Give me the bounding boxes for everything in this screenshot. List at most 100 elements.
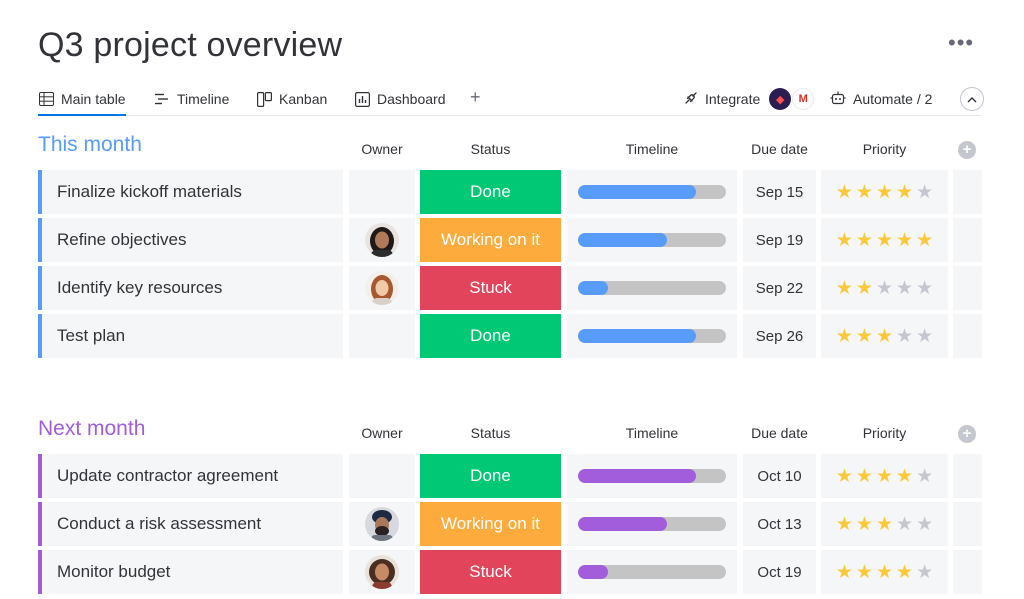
- automate-button[interactable]: Automate / 2: [830, 84, 932, 114]
- star-empty-icon[interactable]: ★: [916, 279, 933, 298]
- owner-cell[interactable]: [349, 266, 415, 310]
- star-empty-icon[interactable]: ★: [916, 515, 933, 534]
- status-badge[interactable]: Stuck: [420, 266, 561, 310]
- star-filled-icon[interactable]: ★: [856, 231, 873, 250]
- star-filled-icon[interactable]: ★: [836, 279, 853, 298]
- star-filled-icon[interactable]: ★: [856, 279, 873, 298]
- owner-cell[interactable]: [349, 550, 415, 594]
- star-empty-icon[interactable]: ★: [916, 327, 933, 346]
- collapse-header-button[interactable]: [960, 87, 984, 111]
- timeline-cell[interactable]: [567, 502, 737, 546]
- column-header-timeline[interactable]: Timeline: [567, 141, 737, 157]
- star-empty-icon[interactable]: ★: [916, 183, 933, 202]
- due-date-cell[interactable]: Oct 19: [743, 550, 816, 594]
- owner-cell[interactable]: [349, 502, 415, 546]
- empty-cell[interactable]: [953, 170, 982, 214]
- star-filled-icon[interactable]: ★: [856, 467, 873, 486]
- add-column-button[interactable]: +: [958, 425, 976, 443]
- due-date-cell[interactable]: Oct 13: [743, 502, 816, 546]
- star-filled-icon[interactable]: ★: [876, 515, 893, 534]
- timeline-cell[interactable]: [567, 550, 737, 594]
- star-filled-icon[interactable]: ★: [856, 327, 873, 346]
- group-title[interactable]: This month: [38, 133, 142, 157]
- empty-cell[interactable]: [953, 314, 982, 358]
- star-empty-icon[interactable]: ★: [876, 279, 893, 298]
- column-header-status[interactable]: Status: [420, 141, 561, 157]
- item-name-cell[interactable]: Monitor budget: [38, 550, 343, 594]
- star-filled-icon[interactable]: ★: [856, 183, 873, 202]
- item-name-cell[interactable]: Finalize kickoff materials: [38, 170, 343, 214]
- column-header-due-date[interactable]: Due date: [738, 141, 821, 157]
- star-empty-icon[interactable]: ★: [916, 467, 933, 486]
- timeline-cell[interactable]: [567, 218, 737, 262]
- star-filled-icon[interactable]: ★: [876, 467, 893, 486]
- item-name-cell[interactable]: Identify key resources: [38, 266, 343, 310]
- star-filled-icon[interactable]: ★: [876, 183, 893, 202]
- empty-cell[interactable]: [953, 266, 982, 310]
- more-options-icon[interactable]: •••: [948, 30, 974, 56]
- owner-cell[interactable]: [349, 170, 415, 214]
- status-badge[interactable]: Working on it: [420, 218, 561, 262]
- status-badge[interactable]: Done: [420, 170, 561, 214]
- empty-cell[interactable]: [953, 550, 982, 594]
- priority-rating[interactable]: ★ ★ ★ ★ ★: [821, 266, 948, 310]
- column-header-owner[interactable]: Owner: [349, 425, 415, 441]
- star-filled-icon[interactable]: ★: [916, 231, 933, 250]
- timeline-cell[interactable]: [567, 454, 737, 498]
- empty-cell[interactable]: [953, 454, 982, 498]
- star-filled-icon[interactable]: ★: [856, 515, 873, 534]
- star-filled-icon[interactable]: ★: [896, 563, 913, 582]
- status-badge[interactable]: Done: [420, 314, 561, 358]
- empty-cell[interactable]: [953, 502, 982, 546]
- star-filled-icon[interactable]: ★: [896, 467, 913, 486]
- tab-main-table[interactable]: Main table: [38, 84, 126, 116]
- timeline-cell[interactable]: [567, 266, 737, 310]
- add-view-button[interactable]: +: [470, 87, 481, 108]
- owner-cell[interactable]: [349, 454, 415, 498]
- due-date-cell[interactable]: Oct 10: [743, 454, 816, 498]
- star-filled-icon[interactable]: ★: [876, 563, 893, 582]
- column-header-status[interactable]: Status: [420, 425, 561, 441]
- integrate-button[interactable]: Integrate ◆ M: [684, 84, 815, 114]
- priority-rating[interactable]: ★ ★ ★ ★ ★: [821, 218, 948, 262]
- star-empty-icon[interactable]: ★: [896, 327, 913, 346]
- timeline-cell[interactable]: [567, 314, 737, 358]
- due-date-cell[interactable]: Sep 15: [743, 170, 816, 214]
- empty-cell[interactable]: [953, 218, 982, 262]
- item-name-cell[interactable]: Test plan: [38, 314, 343, 358]
- status-badge[interactable]: Working on it: [420, 502, 561, 546]
- priority-rating[interactable]: ★ ★ ★ ★ ★: [821, 454, 948, 498]
- star-filled-icon[interactable]: ★: [896, 231, 913, 250]
- priority-rating[interactable]: ★ ★ ★ ★ ★: [821, 170, 948, 214]
- tab-dashboard[interactable]: Dashboard: [354, 84, 446, 114]
- column-header-timeline[interactable]: Timeline: [567, 425, 737, 441]
- star-filled-icon[interactable]: ★: [856, 563, 873, 582]
- star-empty-icon[interactable]: ★: [896, 279, 913, 298]
- timeline-cell[interactable]: [567, 170, 737, 214]
- star-filled-icon[interactable]: ★: [836, 467, 853, 486]
- group-title[interactable]: Next month: [38, 417, 145, 441]
- item-name-cell[interactable]: Update contractor agreement: [38, 454, 343, 498]
- column-header-owner[interactable]: Owner: [349, 141, 415, 157]
- column-header-priority[interactable]: Priority: [821, 141, 948, 157]
- star-filled-icon[interactable]: ★: [876, 327, 893, 346]
- priority-rating[interactable]: ★ ★ ★ ★ ★: [821, 502, 948, 546]
- due-date-cell[interactable]: Sep 22: [743, 266, 816, 310]
- tab-timeline[interactable]: Timeline: [154, 84, 229, 114]
- star-filled-icon[interactable]: ★: [896, 183, 913, 202]
- star-empty-icon[interactable]: ★: [916, 563, 933, 582]
- star-filled-icon[interactable]: ★: [836, 183, 853, 202]
- add-column-button[interactable]: +: [958, 141, 976, 159]
- priority-rating[interactable]: ★ ★ ★ ★ ★: [821, 550, 948, 594]
- star-filled-icon[interactable]: ★: [836, 515, 853, 534]
- star-filled-icon[interactable]: ★: [836, 563, 853, 582]
- status-badge[interactable]: Done: [420, 454, 561, 498]
- due-date-cell[interactable]: Sep 19: [743, 218, 816, 262]
- item-name-cell[interactable]: Conduct a risk assessment: [38, 502, 343, 546]
- item-name-cell[interactable]: Refine objectives: [38, 218, 343, 262]
- star-filled-icon[interactable]: ★: [836, 327, 853, 346]
- column-header-due-date[interactable]: Due date: [738, 425, 821, 441]
- star-empty-icon[interactable]: ★: [896, 515, 913, 534]
- status-badge[interactable]: Stuck: [420, 550, 561, 594]
- due-date-cell[interactable]: Sep 26: [743, 314, 816, 358]
